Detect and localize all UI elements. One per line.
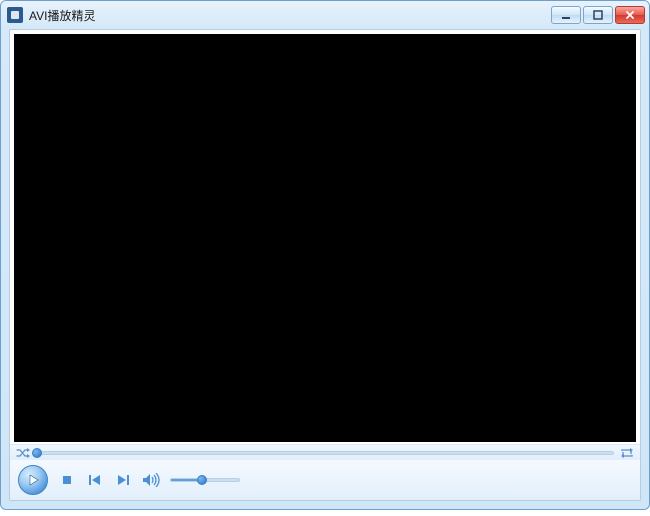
close-button[interactable] xyxy=(615,6,645,24)
video-area[interactable] xyxy=(14,34,636,442)
previous-button[interactable] xyxy=(86,471,104,489)
maximize-button[interactable] xyxy=(583,6,613,24)
play-button[interactable] xyxy=(18,465,48,495)
caption-buttons xyxy=(551,6,645,24)
seek-thumb[interactable] xyxy=(32,448,42,458)
repeat-icon[interactable] xyxy=(620,448,634,458)
client-area xyxy=(9,29,641,501)
volume-slider[interactable] xyxy=(170,478,240,482)
titlebar[interactable]: AVI播放精灵 xyxy=(1,1,649,29)
volume-thumb[interactable] xyxy=(197,475,207,485)
stop-button[interactable] xyxy=(58,471,76,489)
next-button[interactable] xyxy=(114,471,132,489)
seekbar-row xyxy=(10,444,640,460)
volume-icon[interactable] xyxy=(142,471,160,489)
controls-row xyxy=(10,460,640,500)
app-window: AVI播放精灵 xyxy=(0,0,650,510)
window-title: AVI播放精灵 xyxy=(29,7,551,24)
minimize-button[interactable] xyxy=(551,6,581,24)
app-icon xyxy=(7,7,23,23)
shuffle-icon[interactable] xyxy=(16,448,30,458)
seek-slider[interactable] xyxy=(36,451,614,455)
